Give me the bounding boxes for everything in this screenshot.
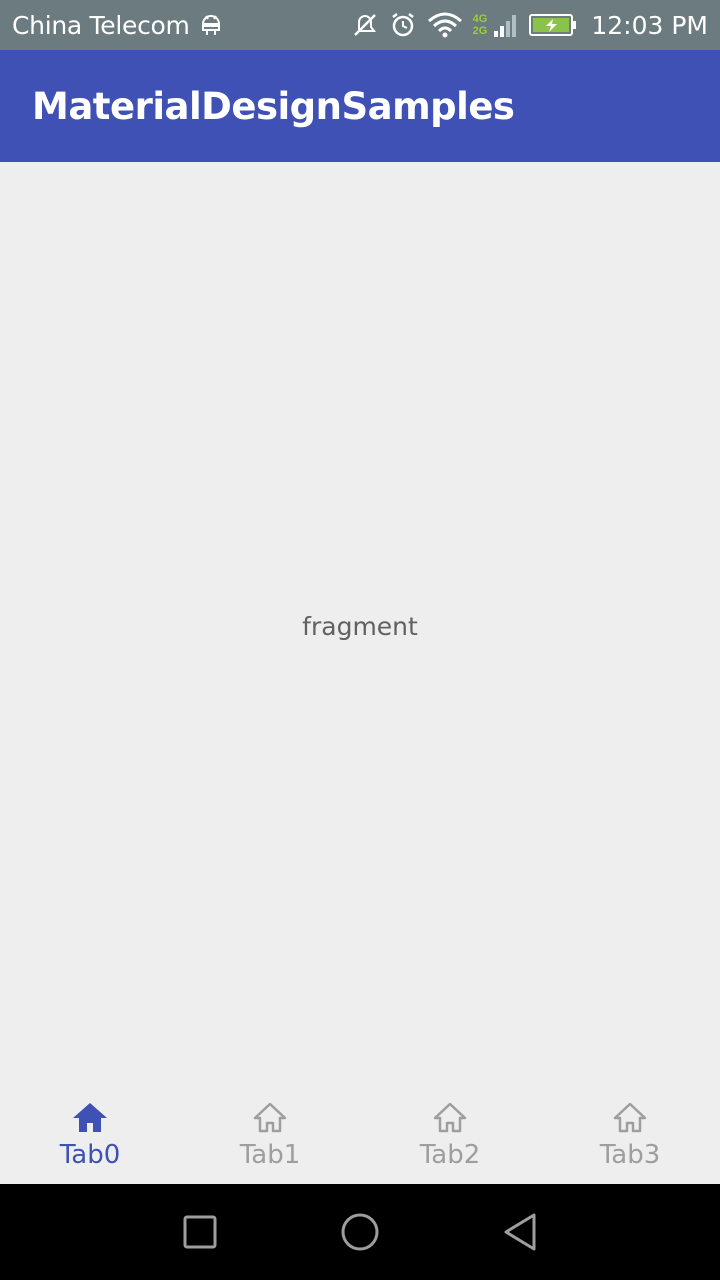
fragment-label: fragment [302, 611, 418, 641]
mute-icon [351, 11, 379, 39]
network-type: 4G 2G [473, 13, 488, 37]
home-outline-icon [613, 1102, 647, 1133]
screen: China Telecom 4G 2G 12:03 PM MaterialDes… [0, 0, 720, 1280]
system-navigation-bar [0, 1184, 720, 1280]
battery-charging-icon [529, 12, 577, 38]
tab-2[interactable]: Tab2 [360, 1088, 540, 1184]
home-filled-icon [73, 1103, 107, 1132]
tab-2-label: Tab2 [419, 1140, 481, 1170]
network-type-top: 4G [472, 13, 488, 25]
app-title: MaterialDesignSamples [32, 84, 515, 128]
status-icons: 4G 2G 12:03 PM [351, 11, 708, 40]
carrier-name: China Telecom [12, 10, 190, 40]
signal-icon [493, 11, 519, 39]
wifi-icon [427, 11, 463, 39]
tab-0-label: Tab0 [59, 1140, 121, 1170]
status-bar: China Telecom 4G 2G 12:03 PM [0, 0, 720, 50]
back-button[interactable] [490, 1202, 550, 1262]
tab-1[interactable]: Tab1 [180, 1088, 360, 1184]
app-bar: MaterialDesignSamples [0, 50, 720, 162]
bottom-navigation: Tab0 Tab1 Tab2 Tab3 [0, 1088, 720, 1184]
android-debug-icon [198, 12, 224, 38]
clock: 12:03 PM [591, 10, 708, 40]
network-type-bottom: 2G [472, 25, 488, 37]
recents-button[interactable] [170, 1202, 230, 1262]
fragment-container: fragment [0, 162, 720, 1088]
tab-3[interactable]: Tab3 [540, 1088, 720, 1184]
alarm-icon [389, 11, 417, 39]
tab-0[interactable]: Tab0 [0, 1088, 180, 1184]
home-icon [341, 1213, 379, 1251]
home-outline-icon [253, 1102, 287, 1133]
tab-3-label: Tab3 [599, 1140, 661, 1170]
home-button[interactable] [330, 1202, 390, 1262]
back-icon [504, 1213, 536, 1251]
home-outline-icon [433, 1102, 467, 1133]
recents-icon [183, 1215, 217, 1249]
tab-1-label: Tab1 [239, 1140, 301, 1170]
